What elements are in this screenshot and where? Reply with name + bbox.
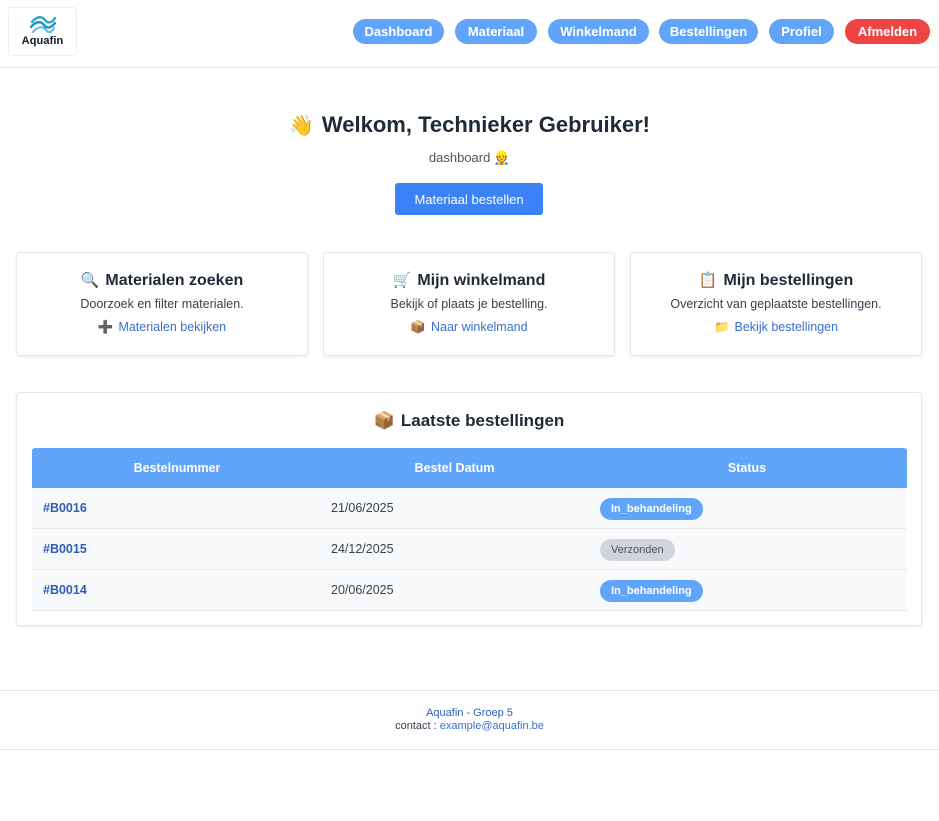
contact-email-link[interactable]: example@aquafin.be [440,720,544,732]
order-material-button[interactable]: Materiaal bestellen [395,183,543,215]
welcome-heading: 👋 Welkom, Technieker Gebruiker! [0,112,939,138]
go-to-cart-link[interactable]: 📦 Naar winkelmand [410,320,527,335]
card-mijn-winkelmand: 🛒 Mijn winkelmand Bekijk of plaats je bes… [323,252,615,356]
card-materialen-zoeken: 🔍 Materialen zoeken Doorzoek en filter ma… [16,252,308,356]
nav-bestellingen-button[interactable]: Bestellingen [659,19,758,44]
folder-icon: 📁 [713,320,730,334]
order-date: 21/06/2025 [331,501,394,515]
table-header: Bestelnummer Bestel Datum Status [32,448,907,488]
panel-title: 📦 Laatste bestellingen [373,411,565,430]
column-header-bestelnummer: Bestelnummer [133,461,221,475]
view-orders-link[interactable]: 📁 Bekijk bestellingen [714,320,838,335]
status-badge: In_behandeling [600,498,703,520]
waving-hand-icon: 👋 [289,115,314,137]
clipboard-icon: 📋 [698,272,718,289]
footer-brand: Aquafin - Groep 5 [426,707,513,719]
card-description: Bekijk of plaats je bestelling. [390,297,548,311]
table-row[interactable]: #B0016 21/06/2025 In_behandeling [32,488,907,529]
aquafin-logo[interactable]: Aquafin [8,7,77,56]
order-number-link[interactable]: #B0015 [43,529,87,570]
card-description: Doorzoek en filter materialen. [80,297,244,311]
page-footer: Aquafin - Groep 5 contact : example@aqua… [0,690,939,750]
table-row[interactable]: #B0015 24/12/2025 Verzonden [32,529,907,570]
orders-table: Bestelnummer Bestel Datum Status #B0016 … [32,448,907,611]
magnifier-icon: 🔍 [80,272,100,289]
order-number-link[interactable]: #B0016 [43,488,87,529]
package-icon: 📦 [373,411,395,430]
view-materials-link[interactable]: ➕ Materialen bekijken [98,320,226,335]
card-description: Overzicht van geplaatste bestellingen. [670,297,882,311]
logo-text: Aquafin [21,35,64,47]
plus-icon: ➕ [97,320,114,334]
top-header: Aquafin Dashboard Materiaal Winkelmand B… [0,0,939,68]
nav-winkelmand-button[interactable]: Winkelmand [548,19,649,44]
table-row[interactable]: #B0014 20/06/2025 In_behandeling [32,570,907,611]
nav-materiaal-button[interactable]: Materiaal [455,19,537,44]
column-header-status: Status [727,461,767,475]
card-mijn-bestellingen: 📋 Mijn bestellingen Overzicht van geplaat… [630,252,922,356]
welcome-text: Welkom, Technieker Gebruiker! [321,112,650,137]
status-badge: Verzonden [600,539,675,561]
nav-dashboard-button[interactable]: Dashboard [353,19,444,44]
card-title: 📋 Mijn bestellingen [698,272,854,289]
package-icon: 📦 [410,320,426,334]
order-date: 20/06/2025 [331,583,394,597]
column-header-bestel-datum: Bestel Datum [414,461,495,475]
latest-orders-panel: 📦 Laatste bestellingen Bestelnummer Beste… [16,392,922,626]
nav-profiel-button[interactable]: Profiel [769,19,834,44]
footer-contact: contact : example@aquafin.be [0,720,939,732]
dashboard-subtitle: dashboard 👷 [428,150,511,165]
contact-label: contact : [395,720,437,732]
shopping-cart-icon: 🛒 [392,272,412,289]
order-number-link[interactable]: #B0014 [43,570,87,611]
order-date: 24/12/2025 [331,542,394,556]
wave-logo-icon [29,16,57,34]
card-title: 🔍 Materialen zoeken [80,272,244,289]
status-badge: In_behandeling [600,580,703,602]
logout-button[interactable]: Afmelden [845,19,930,44]
card-title: 🛒 Mijn winkelmand [392,272,546,289]
